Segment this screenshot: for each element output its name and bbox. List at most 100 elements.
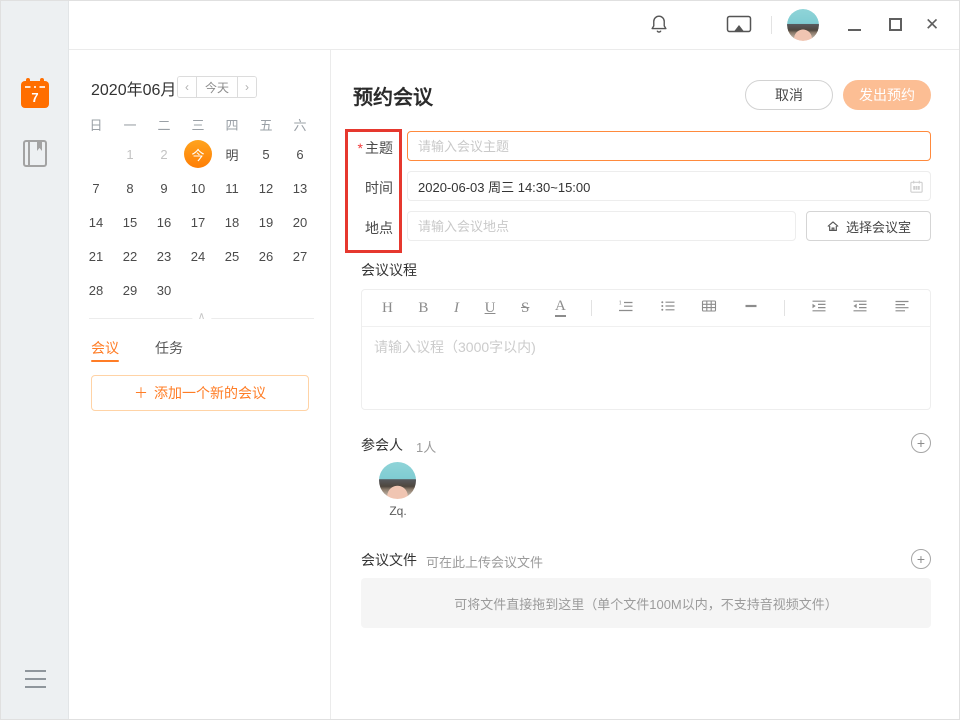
minimize-button[interactable] [848, 15, 864, 35]
calendar-day[interactable]: 14 [79, 205, 113, 239]
toolbar-indent-button[interactable] [811, 298, 827, 318]
calendar-next-button[interactable]: › [237, 77, 256, 97]
calendar-day [79, 137, 113, 171]
toolbar-italic-button[interactable]: I [454, 301, 459, 316]
calendar-day[interactable]: 13 [283, 171, 317, 205]
app-window: 7 ✕ 2020年06月 ‹ 今天 › 日 [0, 0, 960, 720]
toolbar-horizontal-rule-button[interactable] [743, 298, 759, 318]
active-tab-underline [91, 360, 119, 362]
sidebar-item-calendar[interactable]: 7 [21, 81, 49, 108]
calendar-day[interactable]: 26 [249, 239, 283, 273]
toolbar-font-color-button[interactable]: A [555, 299, 566, 317]
screen-share-button[interactable] [725, 14, 753, 38]
calendar-collapse-handle[interactable]: ∧ [89, 318, 314, 319]
time-input[interactable] [407, 171, 931, 201]
calendar-day[interactable]: 22 [113, 239, 147, 273]
calendar-day[interactable]: 11 [215, 171, 249, 205]
calendar-day[interactable]: 25 [215, 239, 249, 273]
calendar-day[interactable]: 18 [215, 205, 249, 239]
maximize-button[interactable] [889, 18, 902, 31]
select-room-button[interactable]: 选择会议室 [806, 211, 931, 241]
tab-tasks[interactable]: 任务 [155, 338, 183, 358]
calendar-day[interactable]: 16 [147, 205, 181, 239]
calendar-day[interactable]: 20 [283, 205, 317, 239]
toolbar-ordered-list-button[interactable]: 1 [618, 298, 634, 318]
dropzone-text: 可将文件直接拖到这里（单个文件100M以内，不支持音视频文件） [454, 594, 838, 613]
plus-icon: ＋ [134, 385, 148, 401]
weekday-label: 四 [215, 114, 249, 134]
toolbar-separator [591, 300, 592, 316]
agenda-toolbar: H B I U S A 1 [362, 290, 930, 327]
calendar-day[interactable]: 21 [79, 239, 113, 273]
toolbar-heading-button[interactable]: H [382, 301, 393, 316]
weekday-label: 五 [249, 114, 283, 134]
toolbar-bold-button[interactable]: B [418, 301, 428, 316]
location-input[interactable] [407, 211, 796, 241]
calendar-day-today[interactable]: 今 [181, 137, 215, 171]
participant-name: Zq. [379, 504, 417, 518]
toolbar-underline-button[interactable]: U [485, 301, 496, 316]
close-button[interactable]: ✕ [925, 12, 939, 38]
toolbar-outdent-button[interactable] [852, 298, 868, 318]
toolbar-align-left-button[interactable] [894, 298, 910, 318]
toolbar-bullet-list-button[interactable] [660, 298, 676, 318]
calendar-day[interactable]: 明 [215, 137, 249, 171]
calendar-day [181, 273, 215, 307]
cancel-button[interactable]: 取消 [745, 80, 833, 110]
calendar-day [283, 273, 317, 307]
add-meeting-button[interactable]: ＋添加一个新的会议 [91, 375, 309, 411]
calendar-month-label: 2020年06月 [91, 76, 176, 100]
calendar-day[interactable]: 27 [283, 239, 317, 273]
notification-bell-button[interactable] [647, 12, 671, 38]
toolbar-separator [784, 300, 785, 316]
calendar-day[interactable]: 30 [147, 273, 181, 307]
agenda-textarea[interactable]: 请输入议程（3000字以内) [362, 327, 930, 367]
calendar-day[interactable]: 24 [181, 239, 215, 273]
screen-share-icon [726, 15, 752, 35]
calendar-day[interactable]: 2 [147, 137, 181, 171]
calendar-day [215, 273, 249, 307]
calendar-day[interactable]: 29 [113, 273, 147, 307]
calendar-day[interactable]: 7 [79, 171, 113, 205]
participant-avatar [379, 462, 416, 499]
calendar-day[interactable]: 28 [79, 273, 113, 307]
hamburger-icon [25, 670, 46, 672]
participant[interactable]: Zq. [379, 462, 417, 518]
submit-booking-button[interactable]: 发出预约 [843, 80, 931, 110]
calendar-today-button[interactable]: 今天 [196, 77, 237, 97]
toolbar-table-button[interactable] [701, 298, 717, 318]
files-hint: 可在此上传会议文件 [426, 552, 543, 571]
calendar-day[interactable]: 9 [147, 171, 181, 205]
file-dropzone[interactable]: 可将文件直接拖到这里（单个文件100M以内，不支持音视频文件） [361, 578, 931, 628]
subject-label: *主题 [351, 138, 393, 158]
add-file-button[interactable]: + [911, 549, 931, 569]
calendar-day[interactable]: 6 [283, 137, 317, 171]
files-label: 会议文件 [361, 550, 417, 570]
calendar-day[interactable]: 23 [147, 239, 181, 273]
user-avatar[interactable] [787, 9, 819, 41]
menu-button[interactable] [25, 670, 46, 694]
tab-meetings[interactable]: 会议 [91, 338, 119, 358]
weekday-label: 三 [181, 114, 215, 134]
calendar-day[interactable]: 5 [249, 137, 283, 171]
calendar-day[interactable]: 12 [249, 171, 283, 205]
agenda-label: 会议议程 [361, 260, 417, 280]
calendar-day[interactable]: 10 [181, 171, 215, 205]
subject-input[interactable] [407, 131, 931, 161]
calendar-prev-button[interactable]: ‹ [178, 77, 196, 97]
toolbar-strikethrough-button[interactable]: S [521, 301, 529, 316]
participants-label: 参会人 [361, 435, 403, 455]
agenda-editor: H B I U S A 1 请输入议程（3000字以内) [361, 289, 931, 410]
calendar-app-icon: 7 [21, 90, 49, 105]
sidebar-item-notes[interactable] [23, 140, 47, 167]
calendar-day[interactable]: 8 [113, 171, 147, 205]
required-asterisk: * [358, 140, 363, 156]
calendar-day[interactable]: 19 [249, 205, 283, 239]
calendar-day[interactable]: 1 [113, 137, 147, 171]
minimize-icon [848, 29, 861, 31]
add-participant-button[interactable]: + [911, 433, 931, 453]
calendar-icon [909, 179, 924, 194]
calendar-weekday-row: 日一二三四五六 [79, 114, 317, 134]
calendar-day[interactable]: 17 [181, 205, 215, 239]
calendar-day[interactable]: 15 [113, 205, 147, 239]
